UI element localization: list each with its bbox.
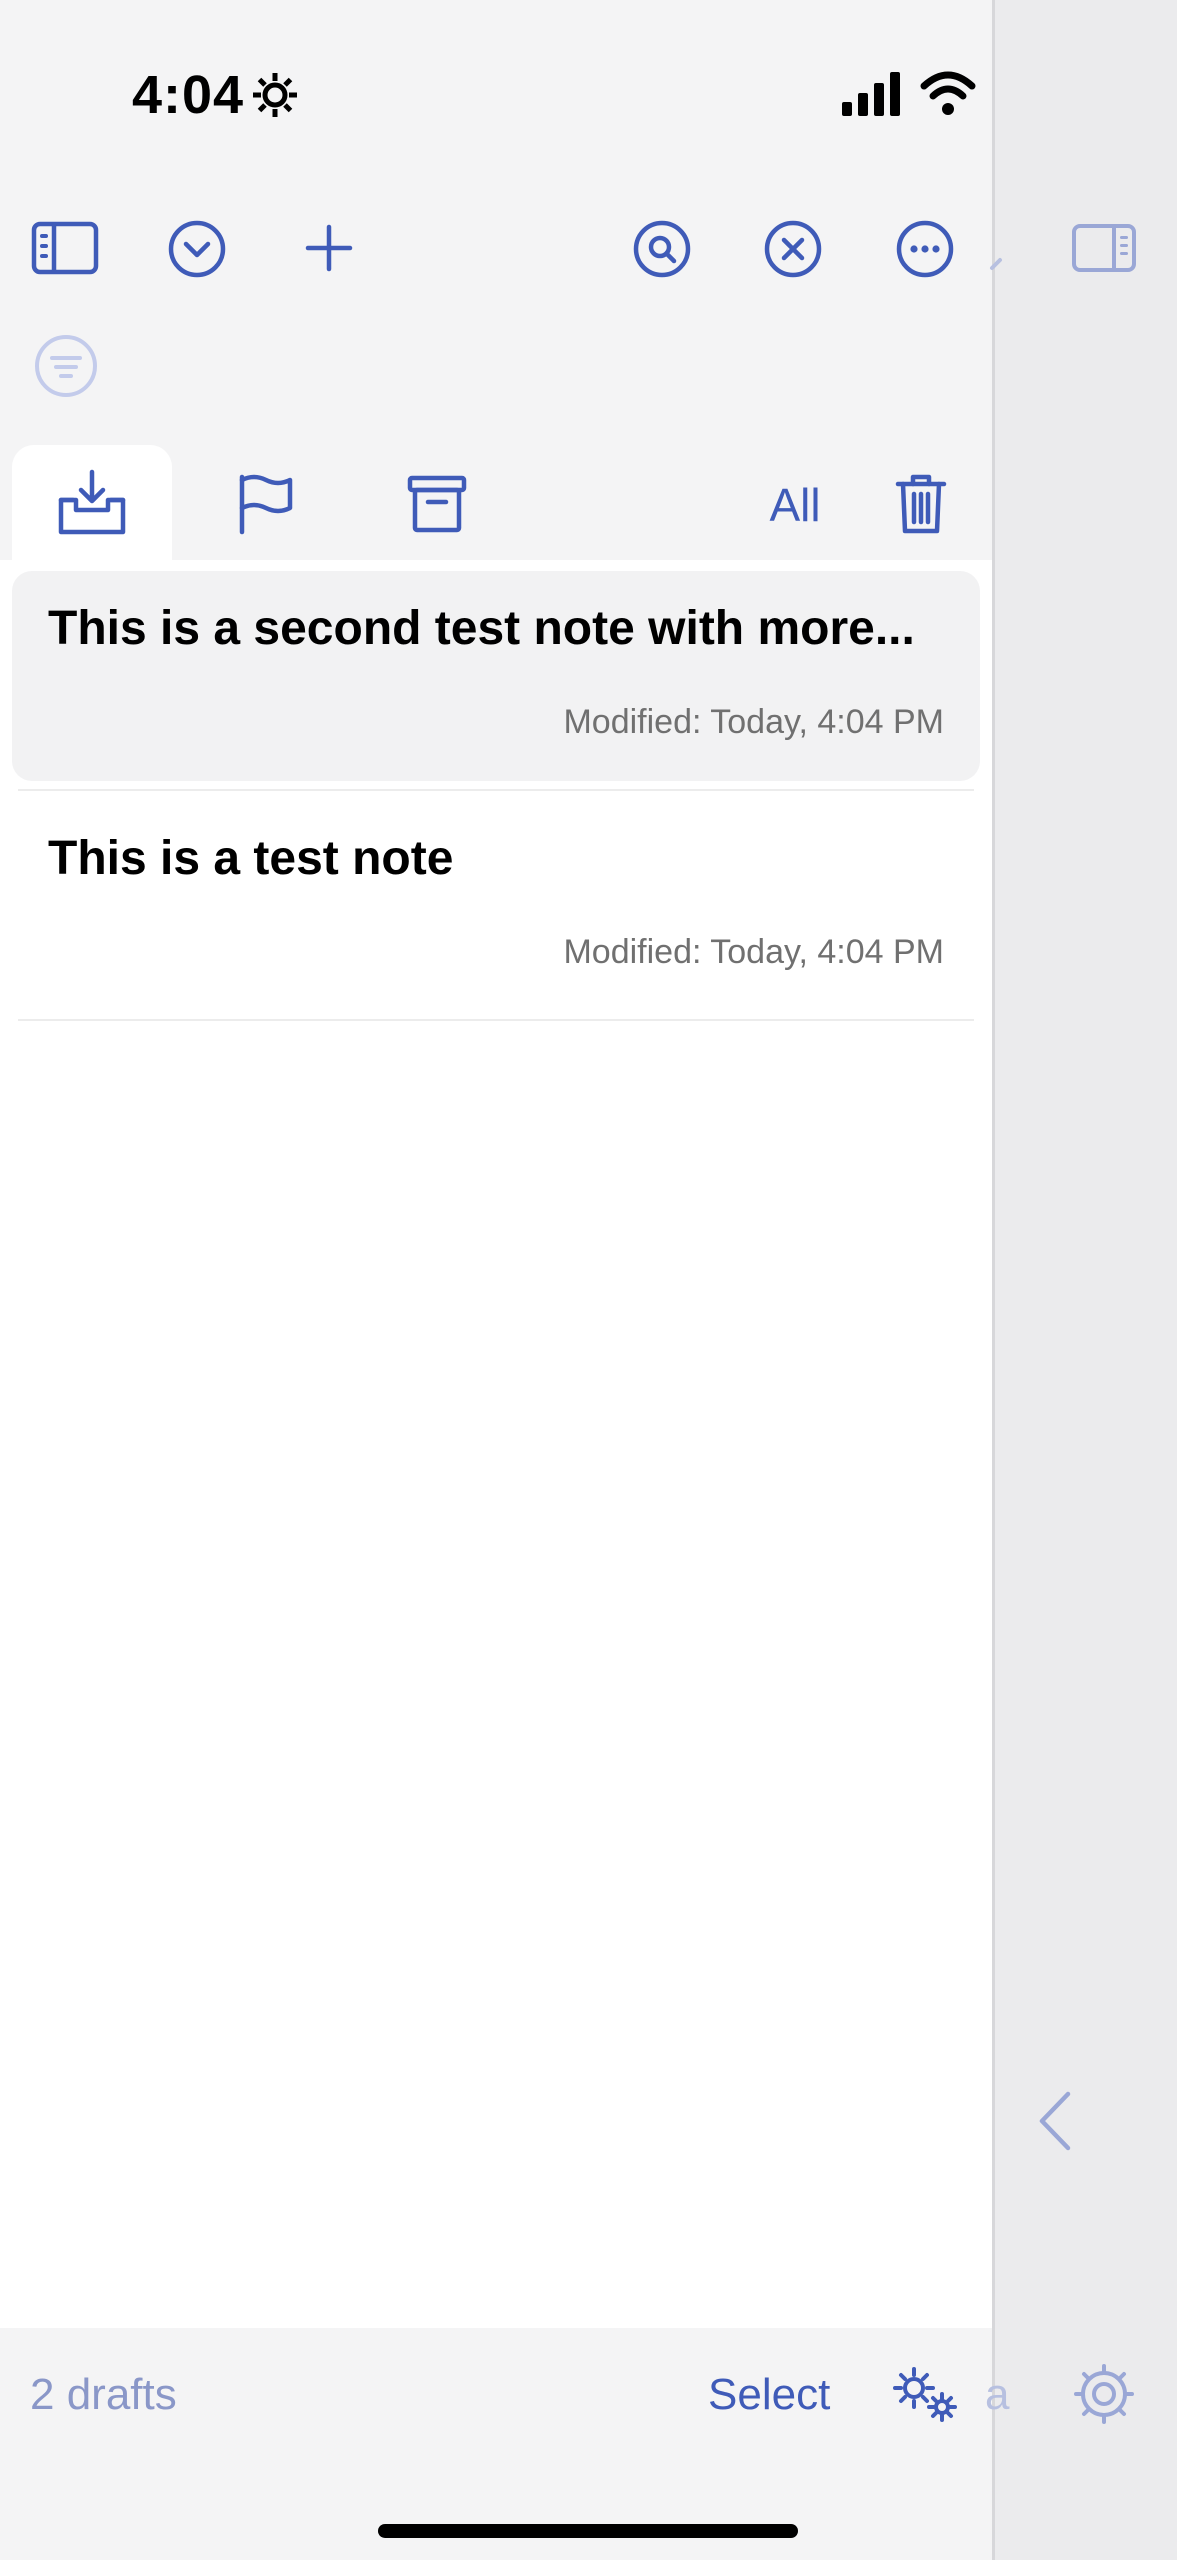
settings-icon[interactable] [1074,2364,1134,2424]
list-item[interactable]: This is a second test note with more... … [0,565,992,791]
note-modified: Modified: Today, 4:04 PM [563,933,944,971]
detail-area: a [985,0,1177,2560]
select-button[interactable]: Select [708,2370,830,2420]
close-circle-icon[interactable] [764,220,822,278]
inbox-icon[interactable] [58,469,126,536]
list-item[interactable]: This is a test note Modified: Today, 4:0… [0,795,992,1021]
trash-icon[interactable] [895,474,947,534]
home-indicator [378,2524,798,2538]
divider [18,1019,974,1021]
chevron-down-circle-icon[interactable] [168,220,226,278]
divider [18,789,974,791]
note-modified: Modified: Today, 4:04 PM [563,703,944,741]
chevron-left-icon[interactable] [1038,2090,1072,2152]
note-title: This is a test note [48,832,454,885]
cellular-signal-icon [842,72,902,116]
settings-status-icon [250,70,300,120]
draft-count: 2 drafts [30,2370,177,2419]
filter-icon[interactable] [34,334,98,398]
status-time: 4:04 [132,65,245,125]
sidebar-icon[interactable] [31,221,99,275]
flag-icon[interactable] [238,474,294,535]
detail-footer-text: a [985,2370,1010,2419]
note-title: This is a second test note with more... [48,602,915,655]
wifi-icon [920,70,976,116]
drafts-list-panel: 4:04 96 [0,0,992,2560]
archive-icon[interactable] [407,475,467,533]
right-sidebar-icon[interactable] [1072,224,1136,272]
tab-all[interactable]: All [740,470,850,540]
search-icon[interactable] [633,220,691,278]
gears-icon[interactable] [892,2366,962,2424]
dot-icon [990,250,1002,270]
plus-icon[interactable] [305,224,353,272]
more-icon[interactable] [896,220,954,278]
